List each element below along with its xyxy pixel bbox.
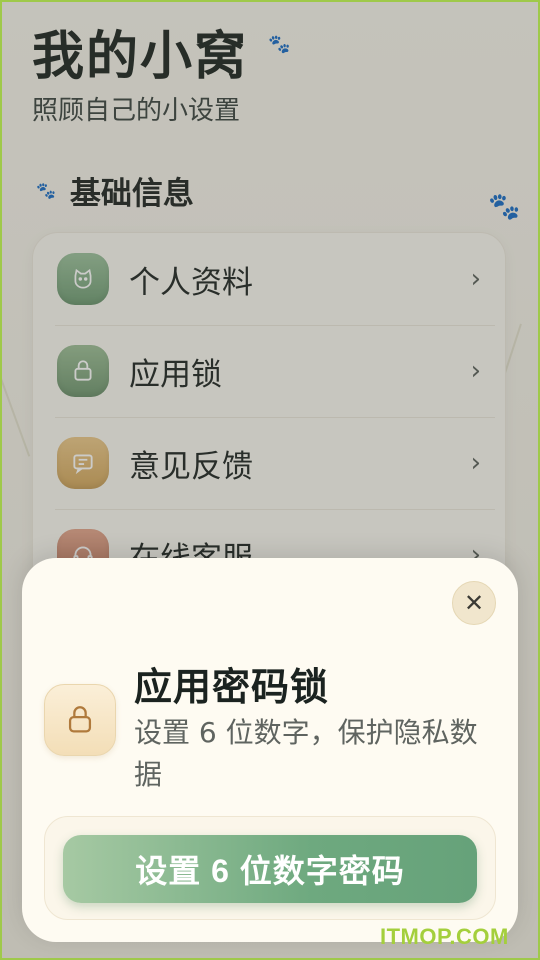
set-password-button[interactable]: 设置 6 位数字密码: [63, 835, 477, 903]
watermark: ITMOP.COM: [380, 924, 509, 949]
dialog-description: 设置 6 位数字，保护隐私数据: [134, 716, 478, 791]
app-lock-dialog: ✕ 应用密码锁 设置 6 位数字，保护隐私数据 设置 6 位数字密码: [22, 558, 518, 942]
lock-icon: [44, 684, 116, 756]
cta-container: 设置 6 位数字密码: [44, 816, 496, 920]
dialog-title: 应用密码锁: [134, 665, 330, 709]
close-button[interactable]: ✕: [452, 581, 496, 625]
close-icon: ✕: [463, 589, 485, 617]
